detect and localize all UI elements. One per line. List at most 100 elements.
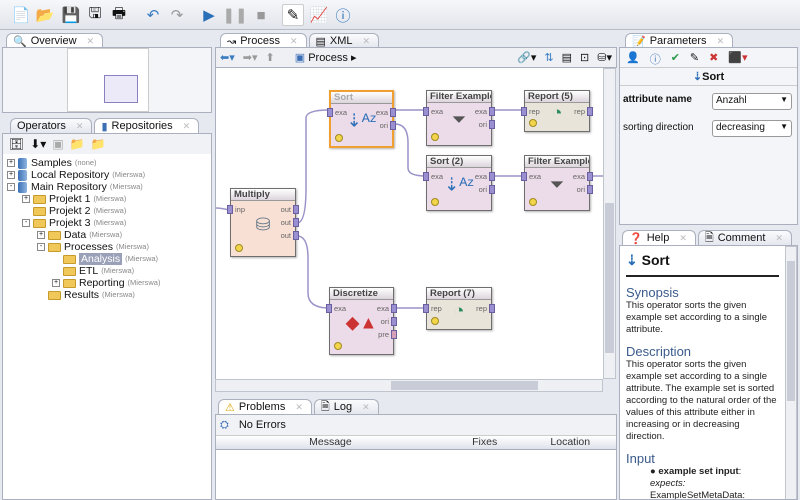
expand-toggle-icon[interactable]: + xyxy=(7,159,15,167)
input-port[interactable] xyxy=(227,205,233,214)
forward-icon[interactable]: ➡▾ xyxy=(243,51,258,64)
tab-problems[interactable]: ⚠ Problems ✕ xyxy=(218,399,312,414)
up-icon[interactable]: ⬆ xyxy=(266,51,275,64)
output-port[interactable] xyxy=(391,317,397,326)
tab-comment[interactable]: 🗎 Comment ✕ xyxy=(697,230,792,245)
open-icon[interactable]: 📂 xyxy=(34,4,56,26)
scrollbar-thumb[interactable] xyxy=(391,381,538,390)
tree-item[interactable]: ETL (Mierswa) xyxy=(7,265,207,277)
run-icon[interactable]: ▶ xyxy=(198,4,220,26)
expand-toggle-icon[interactable]: + xyxy=(52,279,60,287)
output-port[interactable] xyxy=(489,107,495,116)
undo-icon[interactable]: ↶ xyxy=(142,4,164,26)
close-icon[interactable]: ✕ xyxy=(295,402,303,413)
input-port[interactable] xyxy=(326,304,332,313)
close-icon[interactable]: ✕ xyxy=(775,233,783,244)
output-port[interactable] xyxy=(391,330,397,339)
layer-icon[interactable]: ⛁▾ xyxy=(597,51,612,64)
enable-icon[interactable]: ✔ xyxy=(671,51,680,64)
operator-sort-2[interactable]: Sort (2) exa exa ori ⇣ᴬᶻ xyxy=(423,155,495,211)
attribute-name-combo[interactable]: Anzahl ▼ xyxy=(712,93,792,110)
operator-filter-examples[interactable]: Filter Examples exa exa ori ⏷ xyxy=(423,90,495,146)
rename-icon[interactable]: ✎ xyxy=(690,51,699,64)
connection[interactable] xyxy=(296,223,330,309)
fit-icon[interactable]: ⊡ xyxy=(580,51,589,64)
chevron-down-icon[interactable]: ▼ xyxy=(780,122,788,131)
expert-mode-icon[interactable]: 👤 xyxy=(626,51,640,64)
tab-log[interactable]: 🗎 Log ✕ xyxy=(313,399,379,414)
auto-wire-icon[interactable]: 🔗▾ xyxy=(517,51,536,64)
input-port[interactable] xyxy=(423,304,429,313)
column-location[interactable]: Location xyxy=(524,436,616,449)
expand-toggle-icon[interactable]: + xyxy=(22,195,30,203)
tab-xml[interactable]: ▤ XML ✕ xyxy=(308,33,380,48)
expand-toggle-icon[interactable]: + xyxy=(7,171,15,179)
scrollbar-thumb[interactable] xyxy=(787,261,795,401)
close-icon[interactable]: ✕ xyxy=(290,36,298,47)
design-perspective-icon[interactable]: ✎ xyxy=(282,4,304,26)
output-port[interactable] xyxy=(390,108,396,117)
connection[interactable] xyxy=(394,123,427,177)
output-port[interactable] xyxy=(587,107,593,116)
output-port[interactable] xyxy=(293,205,299,214)
back-icon[interactable]: ⬅▾ xyxy=(220,51,235,64)
stop-icon[interactable]: ■ xyxy=(250,4,272,26)
tree-item[interactable]: + Projekt 1 (Mierswa) xyxy=(7,193,207,205)
close-icon[interactable]: ✕ xyxy=(717,36,725,47)
result-perspective-icon[interactable]: 📈 xyxy=(308,4,330,26)
filter-icon[interactable]: ⛭ xyxy=(220,419,229,432)
close-icon[interactable]: ✕ xyxy=(183,121,191,132)
breadcrumb[interactable]: ▣ Process ▸ xyxy=(295,51,357,64)
new-folder-icon[interactable]: 📁 xyxy=(91,137,106,151)
tree-item[interactable]: - Processes (Mierswa) xyxy=(7,241,207,253)
connection[interactable] xyxy=(296,109,330,224)
tab-repositories[interactable]: ▮ Repositories ✕ xyxy=(94,118,200,133)
tree-item[interactable]: - Main Repository (Mierswa) xyxy=(7,181,207,193)
output-port[interactable] xyxy=(391,304,397,313)
operator-sort[interactable]: Sort exa exa ori ⇣ᴬᶻ xyxy=(327,90,396,148)
expand-toggle-icon[interactable]: - xyxy=(7,183,15,191)
close-icon[interactable]: ✕ xyxy=(87,36,95,47)
add-repository-icon[interactable]: 🗄 xyxy=(9,137,24,151)
new-icon[interactable]: 📄 xyxy=(10,4,32,26)
canvas-horizontal-scrollbar[interactable] xyxy=(215,379,603,392)
column-fixes[interactable]: Fixes xyxy=(445,436,525,449)
tab-overview[interactable]: 🔍 Overview ✕ xyxy=(6,33,104,48)
input-port[interactable] xyxy=(423,107,429,116)
operator-filter-example[interactable]: Filter Example... exa exa ori ⏷ xyxy=(521,155,593,211)
arrange-icon[interactable]: ▤ xyxy=(562,51,572,64)
scrollbar-thumb[interactable] xyxy=(605,203,614,353)
sorting-direction-select[interactable]: decreasing ▼ xyxy=(712,120,792,137)
tree-item[interactable]: - Projekt 3 (Mierswa) xyxy=(7,217,207,229)
tree-item[interactable]: + Samples (none) xyxy=(7,157,207,169)
close-icon[interactable]: ✕ xyxy=(363,36,371,47)
redo-icon[interactable]: ↷ xyxy=(166,4,188,26)
expand-toggle-icon[interactable]: - xyxy=(22,219,30,227)
close-icon[interactable]: ✕ xyxy=(76,121,84,132)
tree-item[interactable]: Results (Mierswa) xyxy=(7,289,207,301)
input-port[interactable] xyxy=(521,172,527,181)
output-port[interactable] xyxy=(489,120,495,129)
tree-item[interactable]: + Reporting (Mierswa) xyxy=(7,277,207,289)
breakpoint-icon[interactable]: ⬛▾ xyxy=(728,51,747,64)
save-as-icon[interactable]: 🖫 xyxy=(84,4,106,26)
output-port[interactable] xyxy=(293,231,299,240)
operator-report-5[interactable]: Report (5) rep rep ◔ xyxy=(521,90,593,132)
tab-help[interactable]: ❓ Help ✕ xyxy=(622,230,696,245)
tab-parameters[interactable]: 📝 Parameters ✕ xyxy=(625,33,734,48)
pause-icon[interactable]: ❚❚ xyxy=(222,4,247,26)
remove-icon[interactable]: ✖ xyxy=(709,51,718,64)
tree-item[interactable]: Projekt 2 (Mierswa) xyxy=(7,205,207,217)
save-icon[interactable]: 💾 xyxy=(60,4,82,26)
overview-viewport[interactable] xyxy=(104,75,138,103)
operator-report-7[interactable]: Report (7) rep rep ◔ xyxy=(423,287,495,330)
output-port[interactable] xyxy=(587,185,593,194)
column-message[interactable]: Message xyxy=(216,436,445,449)
order-icon[interactable]: ⇅ xyxy=(544,51,553,64)
close-icon[interactable]: ✕ xyxy=(679,233,687,244)
tree-item[interactable]: Analysis (Mierswa) xyxy=(7,253,207,265)
output-port[interactable] xyxy=(587,172,593,181)
canvas-vertical-scrollbar[interactable] xyxy=(603,68,616,379)
output-port[interactable] xyxy=(489,185,495,194)
input-port[interactable] xyxy=(521,107,527,116)
